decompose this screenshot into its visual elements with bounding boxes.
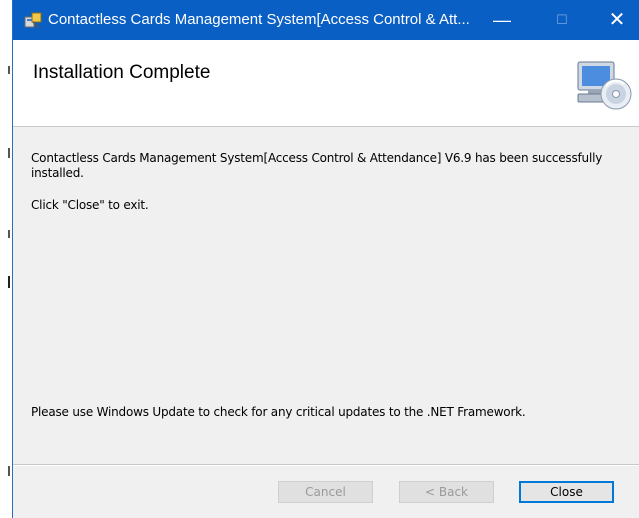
footer-divider bbox=[13, 464, 639, 466]
installer-window: Contactless Cards Management System[Acce… bbox=[12, 0, 639, 518]
edge-mark bbox=[8, 466, 10, 476]
close-window-button[interactable]: ✕ bbox=[594, 0, 639, 40]
cancel-button[interactable]: Cancel bbox=[278, 481, 373, 503]
title-bar[interactable]: Contactless Cards Management System[Acce… bbox=[13, 0, 639, 40]
success-message: Contactless Cards Management System[Acce… bbox=[31, 151, 603, 180]
back-button[interactable]: < Back bbox=[399, 481, 494, 503]
installer-app-icon bbox=[24, 12, 42, 29]
minimize-button[interactable]: — bbox=[479, 0, 525, 40]
update-notice: Please use Windows Update to check for a… bbox=[31, 405, 526, 419]
wizard-header: Installation Complete bbox=[13, 40, 639, 127]
page-title: Installation Complete bbox=[33, 62, 211, 83]
edge-mark bbox=[8, 230, 10, 238]
edge-mark bbox=[8, 66, 10, 74]
edge-mark bbox=[8, 148, 10, 158]
close-button[interactable]: Close bbox=[519, 481, 614, 503]
background-window-edge bbox=[0, 0, 12, 518]
window-title: Contactless Cards Management System[Acce… bbox=[48, 11, 470, 28]
close-instruction: Click "Close" to exit. bbox=[31, 198, 149, 212]
edge-mark bbox=[8, 276, 10, 288]
computer-cd-icon bbox=[577, 61, 632, 110]
maximize-button[interactable]: ☐ bbox=[539, 0, 585, 40]
